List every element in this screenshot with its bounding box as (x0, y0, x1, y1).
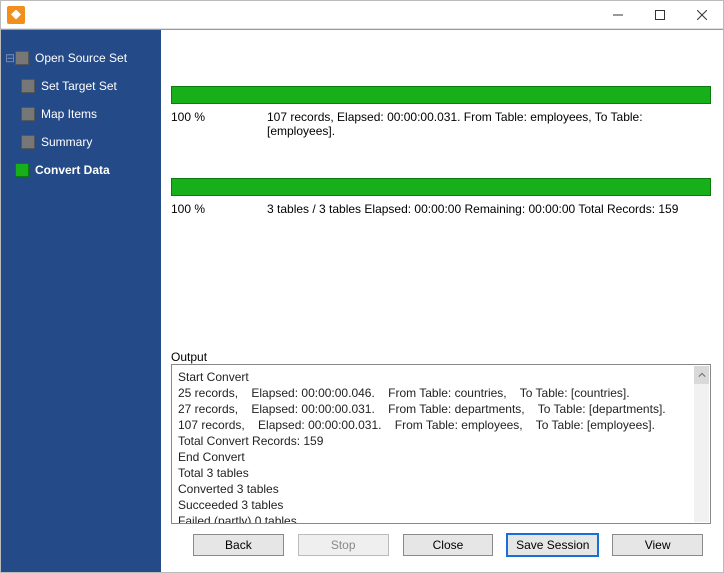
save-session-button[interactable]: Save Session (507, 534, 598, 556)
progress-status-current: 100 % 107 records, Elapsed: 00:00:00.031… (171, 110, 711, 138)
content-area: ⊟ Open Source Set Set Target Set Map Ite… (1, 29, 723, 572)
wizard-steps: ⊟ Open Source Set Set Target Set Map Ite… (5, 44, 157, 184)
button-bar: Back Stop Close Save Session View (185, 524, 711, 564)
step-open-source-set[interactable]: ⊟ Open Source Set (5, 44, 157, 72)
app-icon (7, 6, 25, 24)
progress-bar-current (171, 86, 711, 104)
main-panel: 100 % 107 records, Elapsed: 00:00:00.031… (161, 30, 723, 572)
step-map-items[interactable]: Map Items (21, 100, 157, 128)
app-window: ⊟ Open Source Set Set Target Set Map Ite… (0, 0, 724, 573)
step-label: Open Source Set (35, 51, 127, 65)
step-summary[interactable]: Summary (21, 128, 157, 156)
step-label: Map Items (41, 107, 97, 121)
sidebar: ⊟ Open Source Set Set Target Set Map Ite… (1, 30, 161, 572)
step-set-target-set[interactable]: Set Target Set (21, 72, 157, 100)
close-dialog-button[interactable]: Close (403, 534, 494, 556)
progress-status-total: 100 % 3 tables / 3 tables Elapsed: 00:00… (171, 202, 711, 216)
maximize-button[interactable] (639, 1, 681, 29)
titlebar (1, 1, 723, 29)
close-button[interactable] (681, 1, 723, 29)
progress-detail: 3 tables / 3 tables Elapsed: 00:00:00 Re… (267, 202, 711, 216)
progress-bar-total (171, 178, 711, 196)
step-box-icon (21, 135, 35, 149)
step-box-icon (21, 107, 35, 121)
minimize-button[interactable] (597, 1, 639, 29)
step-convert-data[interactable]: Convert Data (5, 156, 157, 184)
output-log[interactable]: Start Convert 25 records, Elapsed: 00:00… (171, 364, 711, 524)
progress-detail: 107 records, Elapsed: 00:00:00.031. From… (267, 110, 711, 138)
window-controls (597, 1, 723, 29)
step-label: Convert Data (35, 163, 110, 177)
view-button[interactable]: View (612, 534, 703, 556)
output-label: Output (171, 350, 711, 364)
step-box-icon (21, 79, 35, 93)
step-label: Summary (41, 135, 92, 149)
progress-percent: 100 % (171, 202, 267, 216)
step-label: Set Target Set (41, 79, 117, 93)
output-text: Start Convert 25 records, Elapsed: 00:00… (178, 369, 706, 524)
stop-button: Stop (298, 534, 389, 556)
back-button[interactable]: Back (193, 534, 284, 556)
step-box-icon (15, 51, 29, 65)
step-box-icon (15, 163, 29, 177)
progress-percent: 100 % (171, 110, 267, 138)
